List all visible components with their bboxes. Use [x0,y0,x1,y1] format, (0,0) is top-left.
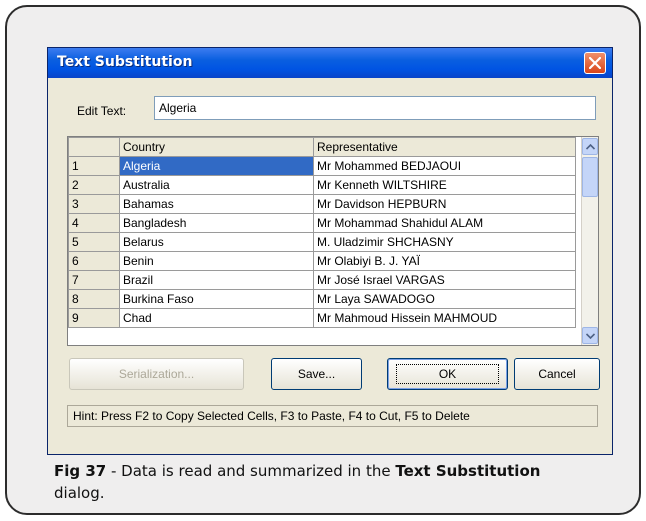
caption-bold-text: Text Substitution [395,462,541,480]
substitution-grid[interactable]: Country Representative 1 Algeria Mr Mohamm… [67,136,599,346]
table-row[interactable]: 2 Australia Mr Kenneth WILTSHIRE [68,175,576,195]
text-substitution-dialog: Text Substitution Edit Text: Algeria Cou… [47,47,613,455]
table-row[interactable]: 1 Algeria Mr Mohammed BEDJAOUI [68,156,576,176]
country-column-header[interactable]: Country [119,137,314,157]
country-cell[interactable]: Belarus [119,232,314,252]
edit-text-label: Edit Text: [77,104,127,118]
representative-cell[interactable]: Mr José Israel VARGAS [313,270,576,290]
table-row[interactable]: 7 Brazil Mr José Israel VARGAS [68,270,576,290]
row-number-cell[interactable]: 8 [68,289,120,309]
row-number-header [68,137,120,157]
scroll-down-button[interactable] [582,327,598,344]
country-cell[interactable]: Australia [119,175,314,195]
table-row[interactable]: 6 Benin Mr Olabiyi B. J. YAÏ [68,251,576,271]
caption-text-1: - Data is read and summarized in the [106,462,396,480]
save-button[interactable]: Save... [271,358,362,390]
scrollbar-thumb[interactable] [582,157,598,197]
table-row[interactable]: 9 Chad Mr Mahmoud Hissein MAHMOUD [68,308,576,328]
serialization-button[interactable]: Serialization... [69,358,244,390]
representative-cell[interactable]: Mr Olabiyi B. J. YAÏ [313,251,576,271]
country-cell[interactable]: Bangladesh [119,213,314,233]
row-number-cell[interactable]: 4 [68,213,120,233]
representative-cell[interactable]: M. Uladzimir SHCHASNY [313,232,576,252]
representative-cell[interactable]: Mr Mahmoud Hissein MAHMOUD [313,308,576,328]
row-number-cell[interactable]: 2 [68,175,120,195]
edit-text-input[interactable]: Algeria [154,96,596,120]
representative-cell[interactable]: Mr Mohammed BEDJAOUI [313,156,576,176]
table-row[interactable]: 8 Burkina Faso Mr Laya SAWADOGO [68,289,576,309]
table-row[interactable]: 4 Bangladesh Mr Mohammad Shahidul ALAM [68,213,576,233]
representative-cell[interactable]: Mr Mohammad Shahidul ALAM [313,213,576,233]
table-row[interactable]: 3 Bahamas Mr Davidson HEPBURN [68,194,576,214]
figure-card: Text Substitution Edit Text: Algeria Cou… [5,5,641,515]
representative-column-header[interactable]: Representative [313,137,576,157]
row-number-cell[interactable]: 7 [68,270,120,290]
cancel-button[interactable]: Cancel [514,358,600,390]
row-number-cell[interactable]: 9 [68,308,120,328]
grid-table: Country Representative 1 Algeria Mr Mohamm… [68,137,576,328]
table-row[interactable]: 5 Belarus M. Uladzimir SHCHASNY [68,232,576,252]
row-number-cell[interactable]: 1 [68,156,120,176]
country-cell[interactable]: Benin [119,251,314,271]
title-bar: Text Substitution [48,48,612,78]
dialog-title: Text Substitution [57,54,193,70]
row-number-cell[interactable]: 6 [68,251,120,271]
country-cell[interactable]: Burkina Faso [119,289,314,309]
country-cell[interactable]: Bahamas [119,194,314,214]
representative-cell[interactable]: Mr Davidson HEPBURN [313,194,576,214]
scroll-down-icon [586,333,595,339]
vertical-scrollbar[interactable] [581,137,598,345]
representative-cell[interactable]: Mr Laya SAWADOGO [313,289,576,309]
grid-header-row: Country Representative [68,137,576,157]
representative-cell[interactable]: Mr Kenneth WILTSHIRE [313,175,576,195]
figure-number: Fig 37 [54,462,107,480]
caption-text-2: dialog. [54,484,105,502]
row-number-cell[interactable]: 3 [68,194,120,214]
country-cell[interactable]: Brazil [119,270,314,290]
scroll-up-icon [586,144,595,150]
figure-caption: Fig 37 - Data is read and summarized in … [54,460,594,504]
scroll-up-button[interactable] [582,138,598,155]
row-number-cell[interactable]: 5 [68,232,120,252]
close-button[interactable] [584,52,606,74]
ok-button[interactable]: OK [387,358,508,390]
hint-bar: Hint: Press F2 to Copy Selected Cells, F… [67,405,598,427]
country-cell[interactable]: Algeria [119,156,314,176]
country-cell[interactable]: Chad [119,308,314,328]
focus-rectangle [396,364,499,384]
close-icon [589,57,601,69]
